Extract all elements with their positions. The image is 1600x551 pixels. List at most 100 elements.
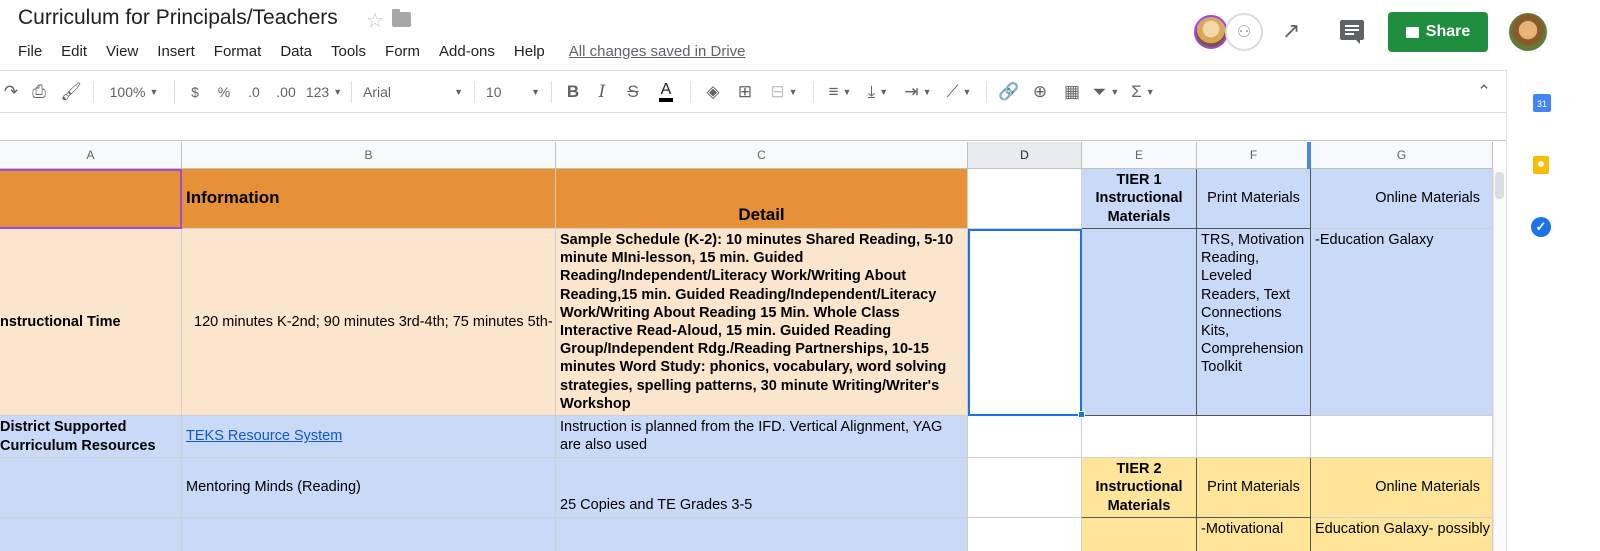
folder-icon[interactable]	[392, 9, 411, 27]
more-collaborators-icon[interactable]: ⚇	[1225, 13, 1263, 51]
menu-insert[interactable]: Insert	[157, 43, 195, 60]
vertical-scrollbar[interactable]	[1493, 169, 1506, 551]
cell-e1[interactable]: TIER 1 Instructional Materials	[1082, 169, 1197, 229]
cell-g3[interactable]	[1311, 416, 1493, 458]
insert-chart-icon[interactable]: ▦	[1056, 78, 1088, 106]
cell-b1[interactable]: Information	[182, 169, 556, 229]
document-title[interactable]: Curriculum for Principals/Teachers	[18, 6, 338, 30]
zoom-select[interactable]: 100% ▼	[101, 78, 167, 106]
strikethrough-button[interactable]: S	[617, 78, 649, 106]
column-header-b[interactable]: B	[182, 142, 556, 169]
decrease-decimal-button[interactable]: .0	[240, 78, 268, 106]
insert-link-icon[interactable]: 🔗	[994, 78, 1024, 106]
column-header-f[interactable]: F	[1197, 142, 1311, 169]
borders-icon[interactable]: ⊞	[728, 78, 762, 106]
vertical-align-icon[interactable]: ⤓ ▼	[859, 78, 897, 106]
cell-f4[interactable]: Print Materials	[1197, 458, 1311, 518]
print-icon[interactable]: ⎙	[22, 78, 56, 106]
cell-e3[interactable]	[1082, 416, 1197, 458]
cell-d5[interactable]	[968, 518, 1082, 551]
menu-help[interactable]: Help	[514, 43, 545, 60]
font-size-select[interactable]: 10 ▼	[482, 78, 544, 106]
cell-e4[interactable]: TIER 2 Instructional Materials	[1082, 458, 1197, 518]
italic-button[interactable]: I	[587, 78, 617, 106]
activity-dashboard-icon[interactable]: ↗	[1282, 18, 1300, 44]
menu-tools[interactable]: Tools	[331, 43, 366, 60]
save-status-link[interactable]: All changes saved in Drive	[569, 43, 746, 60]
collapse-toolbar-icon[interactable]: ⌃	[1468, 78, 1500, 106]
cell-f2[interactable]: TRS, Motivation Reading, Leveled Readers…	[1197, 229, 1311, 416]
cell-d1[interactable]	[968, 169, 1082, 229]
cell-b2[interactable]: 120 minutes K-2nd; 90 minutes 3rd-4th; 7…	[182, 229, 556, 416]
fill-color-icon[interactable]: ◈	[698, 78, 728, 106]
column-resize-handle[interactable]	[1307, 142, 1311, 169]
menu-file[interactable]: File	[18, 43, 42, 60]
cell-b4[interactable]: Mentoring Minds (Reading)	[182, 458, 556, 518]
keep-icon[interactable]	[1533, 156, 1549, 174]
menu-addons[interactable]: Add-ons	[439, 43, 495, 60]
text-wrapping-icon[interactable]: ⇥ ▼	[897, 78, 939, 106]
column-header-a[interactable]: A	[0, 142, 182, 169]
cell-g2[interactable]: -Education Galaxy	[1311, 229, 1493, 416]
cell-f5[interactable]: -Motivational	[1197, 518, 1311, 551]
cell-g4[interactable]: Online Materials	[1311, 458, 1493, 518]
column-header-g[interactable]: G	[1311, 142, 1493, 169]
scrollbar-thumb[interactable]	[1495, 172, 1504, 199]
cell-d3[interactable]	[968, 416, 1082, 458]
percent-format-button[interactable]: %	[208, 78, 240, 106]
share-icon	[1405, 26, 1419, 38]
column-header-d[interactable]: D	[968, 142, 1082, 169]
column-header-e[interactable]: E	[1082, 142, 1197, 169]
cell-c2[interactable]: Sample Schedule (K-2): 10 minutes Shared…	[556, 229, 968, 416]
cell-d2[interactable]	[968, 229, 1082, 416]
cell-b3[interactable]: TEKS Resource System	[182, 416, 556, 458]
menu-format[interactable]: Format	[214, 43, 262, 60]
cell-a5[interactable]	[0, 518, 182, 551]
text-color-button[interactable]: A	[649, 78, 683, 106]
cell-f3[interactable]	[1197, 416, 1311, 458]
paint-format-icon[interactable]: 🖌	[56, 78, 86, 106]
cell-c4[interactable]: 25 Copies and TE Grades 3-5	[556, 458, 968, 518]
menu-view[interactable]: View	[106, 43, 138, 60]
more-formats-select[interactable]: 123 ▼	[304, 78, 344, 106]
cell-a2[interactable]: nstructional Time	[0, 229, 182, 416]
cell-b5[interactable]	[182, 518, 556, 551]
redo-icon[interactable]: ↷	[0, 78, 22, 106]
cell-g5[interactable]: Education Galaxy- possibly	[1311, 518, 1493, 551]
formula-bar[interactable]	[0, 112, 1506, 141]
cell-a1[interactable]	[0, 169, 182, 229]
cell-a3[interactable]: District Supported Curriculum Resources	[0, 416, 182, 458]
increase-decimal-button[interactable]: .00	[268, 78, 304, 106]
tasks-icon[interactable]: ✓	[1531, 217, 1551, 237]
cell-c3[interactable]: Instruction is planned from the IFD. Ver…	[556, 416, 968, 458]
merge-cells-icon[interactable]: ⊟ ▼	[762, 78, 806, 106]
share-button[interactable]: Share	[1388, 12, 1488, 52]
cell-e2[interactable]	[1082, 229, 1197, 416]
currency-format-button[interactable]: $	[182, 78, 208, 106]
calendar-icon[interactable]: 31	[1533, 94, 1551, 112]
teks-resource-link[interactable]: TEKS Resource System	[186, 427, 342, 445]
cell-c5[interactable]	[556, 518, 968, 551]
cell-f1[interactable]: Print Materials	[1197, 169, 1311, 229]
account-avatar[interactable]	[1509, 13, 1547, 51]
insert-comment-icon[interactable]: ⊕	[1024, 78, 1056, 106]
filter-icon[interactable]: ⏷ ▼	[1088, 78, 1124, 106]
comments-icon[interactable]	[1340, 20, 1364, 44]
text-rotation-icon[interactable]: ⟋ ▼	[939, 78, 979, 106]
collaborator-avatar[interactable]	[1194, 15, 1228, 49]
cell-c1[interactable]: Detail	[556, 169, 968, 229]
functions-icon[interactable]: Σ ▼	[1124, 78, 1162, 106]
fill-handle[interactable]	[1078, 411, 1085, 418]
column-header-c[interactable]: C	[556, 142, 968, 169]
horizontal-align-icon[interactable]: ≡ ▼	[821, 78, 859, 106]
font-select[interactable]: Arial ▼	[359, 78, 467, 106]
cell-g1[interactable]: Online Materials	[1311, 169, 1493, 229]
menu-data[interactable]: Data	[280, 43, 312, 60]
cell-a4[interactable]	[0, 458, 182, 518]
star-icon[interactable]: ☆	[366, 8, 384, 33]
cell-d4[interactable]	[968, 458, 1082, 518]
menu-edit[interactable]: Edit	[61, 43, 87, 60]
cell-e5[interactable]	[1082, 518, 1197, 551]
bold-button[interactable]: B	[559, 78, 587, 106]
menu-form[interactable]: Form	[385, 43, 420, 60]
